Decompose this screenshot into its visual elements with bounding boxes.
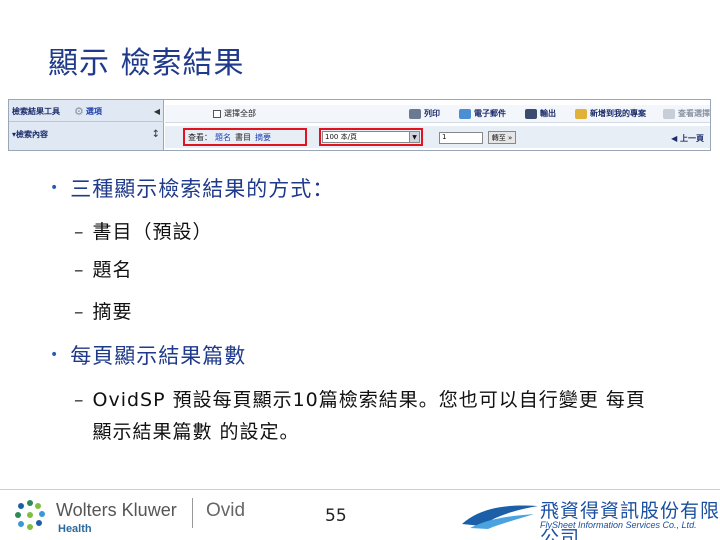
sub-item-citation-text: 書目（預設） — [92, 221, 213, 243]
flysheet-swoosh-logo — [462, 505, 538, 529]
view-option-title[interactable]: 題名 — [215, 132, 231, 143]
gear-icon: ⚙ — [74, 105, 84, 118]
view-mode-highlight: 查看： 題名 書目 摘要 — [183, 128, 307, 146]
brand-sub: Health — [58, 523, 92, 535]
dash-icon: – — [74, 221, 85, 243]
wolters-kluwer-logo — [15, 500, 45, 530]
results-tools-panel: 檢索結果工具 ⚙ 選項 ◀ ▾檢索內容 ↕ — [9, 100, 164, 150]
bullet-icon: • — [50, 347, 59, 363]
bullet-display-modes-text: 三種顯示檢索結果的方式： — [70, 177, 335, 201]
select-all-checkbox[interactable] — [213, 109, 221, 118]
dash-icon: – — [74, 389, 85, 411]
per-page-highlight: 100 本/頁 ▼ — [319, 128, 423, 146]
bullet-results-per-page-text: 每頁顯示結果篇數 — [70, 344, 247, 368]
email-icon — [459, 108, 471, 119]
bullet-results-per-page: • 每頁顯示結果篇數 — [50, 340, 246, 370]
view-label: 查看： — [188, 132, 212, 142]
results-toolbar-area: 選擇全部 列印 電子郵件 輸出 新增到我的專案 查看選擇 查看： 題名 書目 摘… — [165, 100, 710, 150]
sub-item-citation: – 書目（預設） — [74, 216, 653, 248]
sub-item-abstract-text: 摘要 — [92, 301, 133, 323]
slide-title: 顯示 檢索結果 — [48, 46, 245, 81]
view-selected-label: 查看選擇 — [678, 109, 710, 118]
per-page-value: 100 本/頁 — [325, 133, 357, 141]
sub-item-per-page-note: – OvidSP 預設每頁顯示10篇檢索結果。您也可以自行變更 每頁顯示結果篇數… — [74, 384, 653, 448]
brand-name: Wolters Kluwer — [56, 500, 177, 520]
view-options-bar: 查看： 題名 書目 摘要 100 本/頁 ▼ 1 轉至 » ◀ 上一頁 — [165, 126, 710, 148]
footer-divider — [0, 489, 720, 490]
page-number-input[interactable]: 1 — [439, 132, 483, 144]
add-to-project-label: 新增到我的專案 — [590, 109, 646, 118]
previous-page-link[interactable]: ◀ 上一頁 — [671, 133, 704, 144]
search-content-section[interactable]: ▾檢索內容 ↕ — [9, 124, 164, 144]
partner-name-en: FlySheet Information Services Co., Ltd. — [540, 520, 697, 530]
view-selected-icon — [663, 108, 675, 119]
chevron-down-icon[interactable]: ▼ — [409, 132, 419, 142]
search-content-label: ▾檢索內容 — [12, 129, 49, 139]
print-button[interactable]: 列印 — [409, 108, 440, 119]
select-all-control[interactable]: 選擇全部 — [213, 108, 256, 119]
results-tools-header: 檢索結果工具 ⚙ 選項 ◀ — [9, 102, 164, 122]
printer-icon — [409, 108, 421, 119]
view-option-abstract[interactable]: 摘要 — [255, 132, 271, 143]
email-button[interactable]: 電子郵件 — [459, 108, 506, 119]
sort-icon[interactable]: ↕ — [152, 129, 160, 140]
collapse-arrow-icon[interactable]: ◀ — [154, 107, 160, 116]
export-button[interactable]: 輸出 — [525, 108, 556, 119]
options-link[interactable]: 選項 — [86, 106, 102, 117]
view-option-citation[interactable]: 書目 — [235, 132, 251, 143]
bullet-display-modes: • 三種顯示檢索結果的方式： — [50, 173, 334, 203]
product-name: Ovid — [206, 500, 246, 521]
sub-item-title-text: 題名 — [92, 259, 133, 281]
logo-divider — [192, 498, 193, 528]
page-number: 55 — [325, 506, 347, 526]
export-label: 輸出 — [540, 109, 556, 118]
print-label: 列印 — [424, 109, 440, 118]
sub-item-per-page-note-text: OvidSP 預設每頁顯示10篇檢索結果。您也可以自行變更 每頁顯示結果篇數 的… — [92, 389, 646, 443]
per-page-select[interactable]: 100 本/頁 ▼ — [322, 131, 420, 143]
results-tools-label: 檢索結果工具 — [12, 107, 60, 116]
results-screenshot: 檢索結果工具 ⚙ 選項 ◀ ▾檢索內容 ↕ 選擇全部 列印 電子郵件 輸出 新增… — [8, 99, 711, 151]
sub-item-title: – 題名 — [74, 254, 653, 286]
email-label: 電子郵件 — [474, 109, 506, 118]
action-toolbar: 選擇全部 列印 電子郵件 輸出 新增到我的專案 查看選擇 — [165, 105, 710, 123]
add-to-project-button[interactable]: 新增到我的專案 — [575, 108, 646, 119]
dash-icon: – — [74, 259, 85, 281]
view-selected-button[interactable]: 查看選擇 — [663, 108, 710, 119]
export-icon — [525, 108, 537, 119]
folder-icon — [575, 108, 587, 119]
bullet-icon: • — [50, 180, 59, 196]
go-button[interactable]: 轉至 » — [488, 131, 516, 144]
partner-name-cn: 飛資得資訊股份有限公司 — [540, 500, 720, 540]
select-all-label: 選擇全部 — [224, 109, 256, 118]
dash-icon: – — [74, 301, 85, 323]
sub-item-abstract: – 摘要 — [74, 296, 653, 328]
